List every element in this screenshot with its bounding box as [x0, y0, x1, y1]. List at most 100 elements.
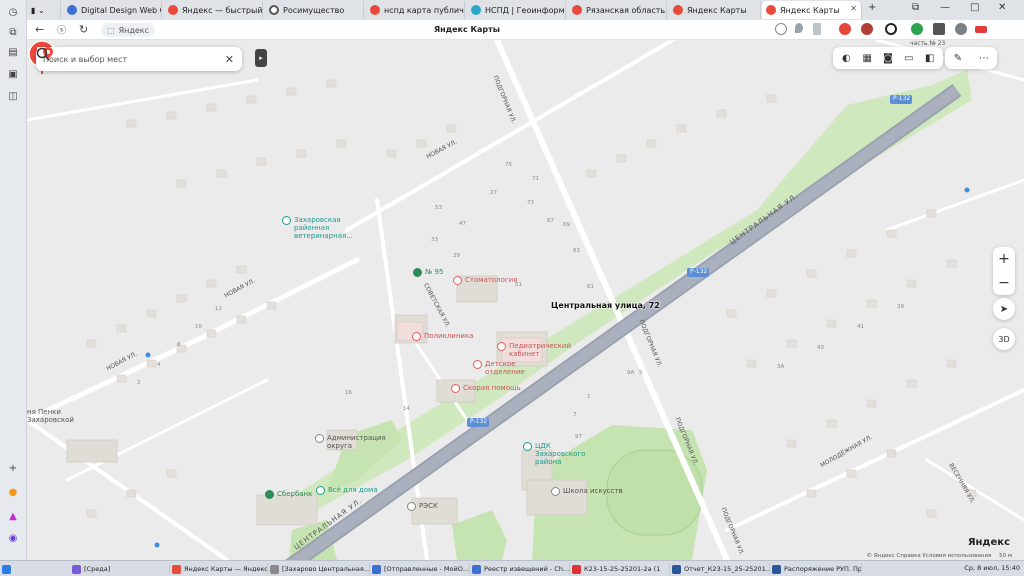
poi-school[interactable]: Школа искусств [551, 487, 623, 496]
zoom-in-button[interactable]: + [993, 247, 1015, 271]
tab-1[interactable]: Яндекс — быстрый пои [164, 1, 263, 19]
map-tools-toolbar: ✎ ⋯ [945, 47, 997, 69]
poi-sberbank[interactable]: Сбербанк [265, 490, 312, 499]
app-icon [472, 564, 481, 574]
screenshot-icon[interactable]: ◫ [5, 88, 21, 104]
search-input[interactable]: Поиск и выбор мест [43, 55, 225, 64]
extension-5-icon[interactable] [933, 23, 945, 35]
messenger-icon[interactable]: ▲ [5, 508, 21, 524]
house-number: 8 [177, 342, 181, 348]
poi-dentistry[interactable]: Стоматология [453, 276, 517, 285]
downloads-icon[interactable] [975, 26, 987, 33]
view-3d-button[interactable]: 3D [993, 328, 1015, 350]
start-icon [2, 564, 11, 574]
notes-icon[interactable]: ▤ [5, 44, 21, 60]
transport-icon[interactable]: ▭ [902, 51, 916, 65]
bookmark-icon[interactable] [813, 23, 821, 35]
close-window-icon[interactable]: ✕ [998, 2, 1006, 13]
start-button[interactable] [0, 563, 40, 575]
history-icon[interactable]: ◷ [5, 4, 21, 20]
panorama-icon[interactable]: ▦ [860, 51, 874, 65]
taskbar-item[interactable]: Распоряжение РУП. При... [770, 563, 862, 575]
poi-pharmacy[interactable]: № 95 [413, 268, 443, 277]
add-icon[interactable]: + [5, 460, 21, 476]
tab-3[interactable]: нспд карта публична [366, 1, 465, 19]
poi-vet[interactable]: Захаровская районная ветеринарная... [282, 216, 374, 240]
house-number: 43 [817, 345, 824, 351]
target-address-label: Центральная улица, 72 [551, 301, 660, 310]
extension-4-icon[interactable] [911, 23, 923, 35]
place-label: ня Пенки [27, 408, 61, 416]
app-icon [72, 564, 81, 574]
zoom-controls: + − [993, 247, 1015, 295]
location-icon[interactable] [795, 23, 803, 33]
tab-7-active[interactable]: Яндекс Карты ✕ [762, 1, 862, 19]
place-label: Захаровской [27, 416, 74, 424]
taskbar-item[interactable]: Отчет_К23-15_25-25201... [670, 563, 770, 575]
poi-children[interactable]: Детское отделение [473, 360, 535, 376]
house-number: 73 [527, 200, 534, 206]
new-tab-icon[interactable]: + [868, 2, 876, 13]
poi-ambulance[interactable]: Скорая помощь [451, 384, 521, 393]
taskbar-item[interactable]: [Среда] [70, 563, 170, 575]
bookmarks-icon[interactable]: ▣ [5, 66, 21, 82]
tab-6[interactable]: Яндекс Карты [669, 1, 761, 19]
taskbar-item[interactable]: Яндекс Карты — Яндекс... [170, 563, 268, 575]
taskbar: [Среда] Яндекс Карты — Яндекс... [Захаро… [0, 560, 1024, 576]
scale-label: 50 м [999, 553, 1012, 559]
more-icon[interactable]: ⋯ [977, 51, 991, 65]
house-number: 41 [857, 324, 864, 330]
map-type-icon[interactable]: ◧ [923, 51, 937, 65]
collapse-panel-button[interactable]: ▸ [255, 49, 267, 67]
close-icon[interactable]: ✕ [225, 53, 234, 66]
extension-3-icon[interactable] [885, 23, 897, 35]
poi-admin[interactable]: Администрация округа [315, 434, 387, 450]
map-canvas[interactable]: Р-132 Р-132 Р-132 ЦЕНТРАЛЬНАЯ УЛ. ЦЕНТРА… [27, 40, 1024, 560]
tab-favicon-icon [269, 5, 279, 15]
tab-2[interactable]: Росимущество [265, 1, 364, 19]
browser-sidebar: ◷ ⧉ ▤ ▣ ◫ + ● ▲ ◉ [0, 0, 27, 560]
shop-icon [316, 486, 325, 495]
poi-clinic[interactable]: Поликлиника [412, 332, 473, 341]
app-icon [672, 564, 681, 574]
maximize-icon[interactable]: □ [970, 2, 979, 13]
minimize-icon[interactable]: — [940, 2, 950, 13]
tab-group-button[interactable]: ▮ ⌄ [27, 1, 61, 19]
zoom-out-button[interactable]: − [993, 271, 1015, 295]
tab-copy-icon[interactable]: ⧉ [912, 2, 919, 13]
house-number: 69 [563, 222, 570, 228]
app-icon [772, 564, 781, 574]
poi-pediatric[interactable]: Педиатрический кабинет [497, 342, 579, 358]
app-icon [270, 564, 279, 574]
collections-icon[interactable]: ⧉ [5, 24, 21, 40]
road-shield-label: Р-132 [690, 268, 708, 275]
taskbar-item[interactable]: [Захарово Центральная... [268, 563, 370, 575]
photo-icon[interactable]: ◙ [881, 51, 895, 65]
tab-5[interactable]: Рязанская область, м.р [568, 1, 667, 19]
house-number: 10 [195, 324, 202, 330]
taskbar-item[interactable]: Реестр извещений - Ch... [470, 563, 570, 575]
poi-cdk[interactable]: ЦДК Захаровского района [523, 442, 597, 466]
mail-icon[interactable]: ● [5, 484, 21, 500]
tab-4[interactable]: НСПД | Геоинформаци [467, 1, 566, 19]
close-tab-icon[interactable]: ✕ [850, 4, 857, 13]
search-icon[interactable] [36, 47, 50, 61]
geolocation-button[interactable]: ➤ [993, 298, 1015, 320]
search-panel[interactable]: Поиск и выбор мест ✕ [36, 47, 242, 71]
poi-res[interactable]: РЭСК [407, 502, 438, 511]
ruler-icon[interactable]: ✎ [951, 51, 965, 65]
layers-icon[interactable]: ◐ [839, 51, 853, 65]
tab-favicon-icon [370, 5, 380, 15]
alice-icon[interactable]: ◉ [5, 530, 21, 546]
taskbar-item[interactable]: К23-15-25-25201-2а (1 [570, 563, 670, 575]
tab-0[interactable]: Digital Design Web Clie [63, 1, 162, 19]
poi-home-store[interactable]: Всё для дома [316, 486, 378, 495]
house-number: 5 [639, 370, 643, 376]
translate-icon[interactable] [775, 23, 787, 35]
house-number: 75 [505, 162, 512, 168]
extension-1-icon[interactable] [839, 23, 851, 35]
road-shield-label: Р-132 [893, 95, 911, 102]
profile-icon[interactable] [955, 23, 967, 35]
extension-2-icon[interactable] [861, 23, 873, 35]
taskbar-item[interactable]: [Отправленные - МойО... [370, 563, 470, 575]
